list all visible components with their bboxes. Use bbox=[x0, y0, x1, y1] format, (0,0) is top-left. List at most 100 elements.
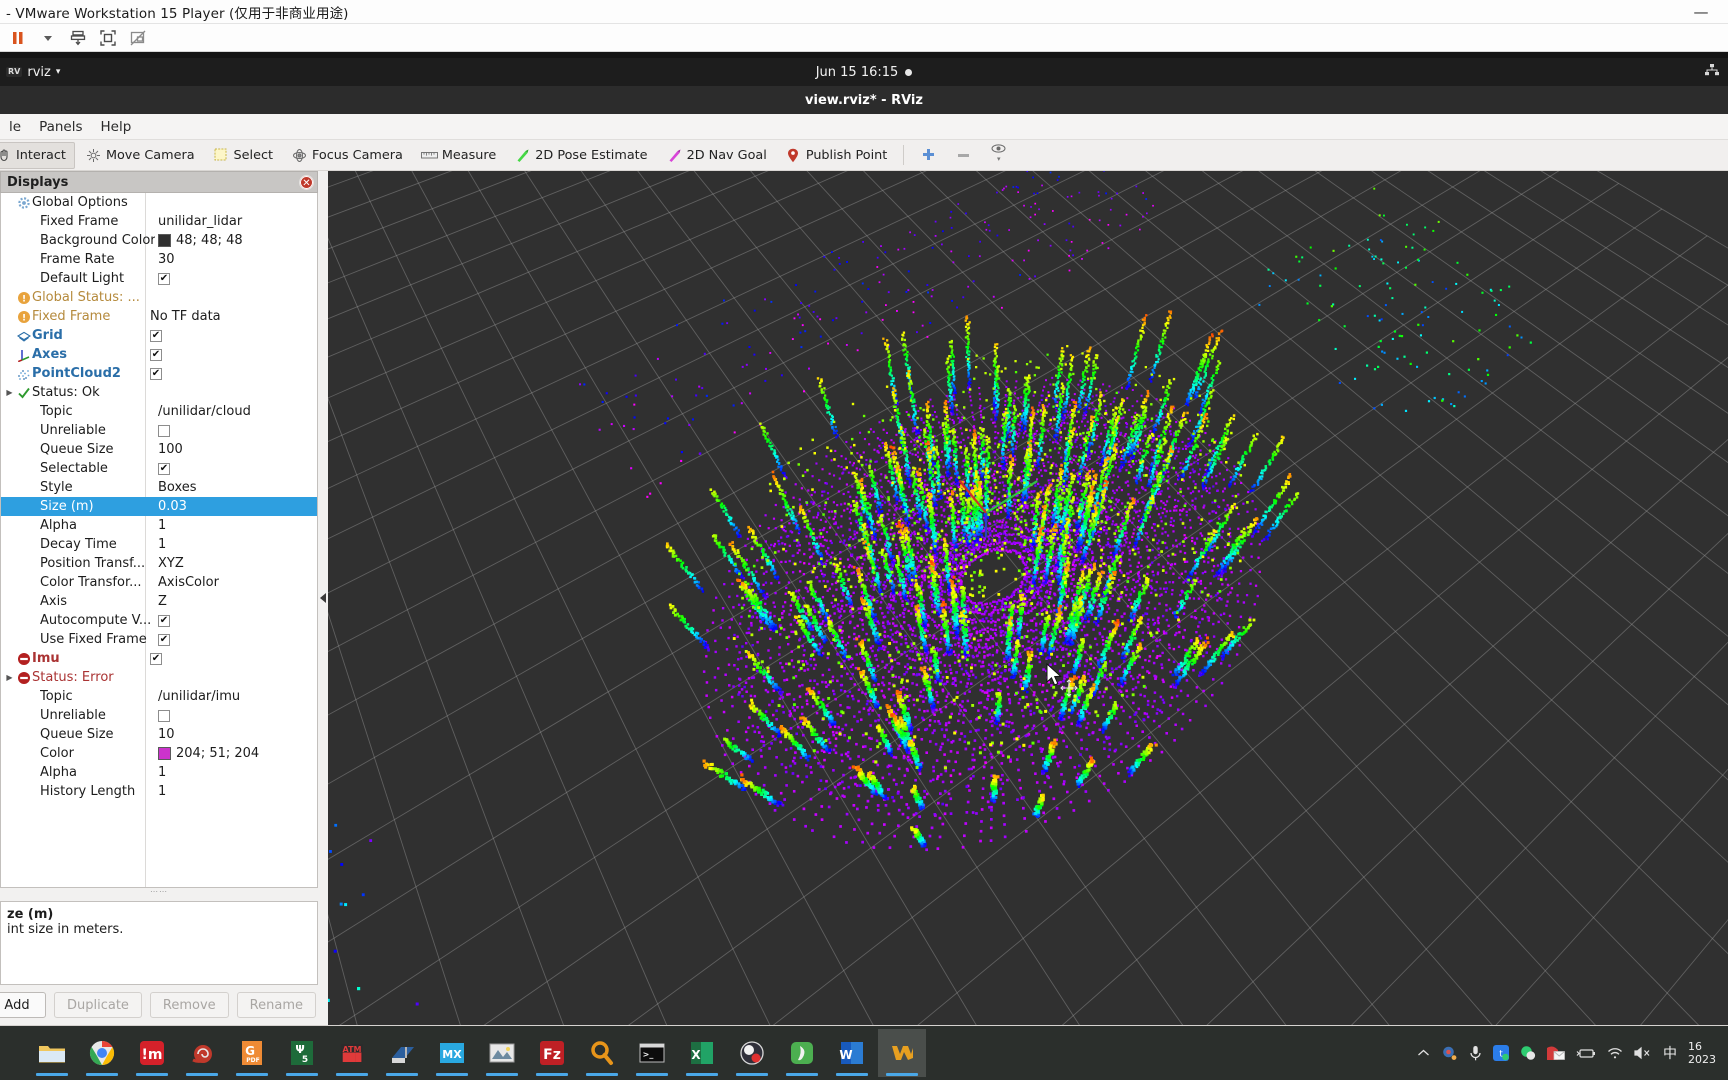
display-property-row[interactable]: PointCloud2 ✔ bbox=[1, 364, 317, 383]
remove-display-button[interactable]: Remove bbox=[149, 992, 229, 1018]
checkbox-unchecked[interactable] bbox=[158, 424, 170, 437]
ubuntu-tray[interactable] bbox=[1704, 63, 1728, 81]
send-key-icon[interactable] bbox=[64, 26, 92, 50]
panel-splitter-grip[interactable]: ⋯⋯ bbox=[0, 887, 318, 896]
checkbox-checked[interactable]: ✔ bbox=[150, 329, 162, 342]
display-property-row[interactable]: Background Color 48; 48; 48 bbox=[1, 231, 317, 250]
display-property-row[interactable]: Alpha 1 bbox=[1, 516, 317, 535]
property-value[interactable]: AxisColor bbox=[158, 575, 219, 590]
display-property-row[interactable]: Color 204; 51; 204 bbox=[1, 744, 317, 763]
property-value[interactable]: 1 bbox=[158, 518, 166, 533]
display-property-row[interactable]: ! Fixed Frame No TF data bbox=[1, 307, 317, 326]
taskbar-vmware[interactable] bbox=[878, 1029, 926, 1077]
property-value[interactable]: Boxes bbox=[158, 480, 197, 495]
taskbar-im-app[interactable]: !m bbox=[128, 1029, 176, 1077]
color-swatch[interactable] bbox=[158, 747, 171, 760]
taskbar-gpdf[interactable]: G PDF bbox=[228, 1029, 276, 1077]
tray-ime-icon[interactable]: 中 bbox=[1663, 1043, 1677, 1063]
display-property-row[interactable]: Position Transf... XYZ bbox=[1, 554, 317, 573]
property-value[interactable]: ✔ bbox=[150, 348, 162, 361]
tray-wifi-icon[interactable] bbox=[1607, 1047, 1623, 1060]
checkbox-checked[interactable]: ✔ bbox=[158, 614, 170, 627]
tray-search-assistant-icon[interactable] bbox=[1441, 1045, 1458, 1062]
tray-show-hidden-icons[interactable] bbox=[1417, 1048, 1430, 1058]
property-value[interactable]: 48; 48; 48 bbox=[158, 233, 243, 248]
tool-interact[interactable]: Interact bbox=[0, 141, 75, 169]
add-display-button[interactable]: Add bbox=[0, 992, 46, 1018]
taskbar-file-explorer[interactable] bbox=[28, 1029, 76, 1077]
expander-triangle-icon[interactable]: ▶ bbox=[3, 388, 16, 397]
property-value[interactable]: 0.03 bbox=[158, 499, 187, 514]
property-value[interactable] bbox=[158, 709, 170, 722]
ubuntu-clock[interactable]: Jun 15 16:15 bbox=[0, 65, 1728, 80]
display-property-row[interactable]: Frame Rate 30 bbox=[1, 250, 317, 269]
property-value[interactable]: ✔ bbox=[150, 367, 162, 380]
display-property-row[interactable]: Topic/unilidar/imu bbox=[1, 687, 317, 706]
property-value[interactable]: ✔ bbox=[158, 614, 170, 627]
add-tool-button[interactable] bbox=[912, 142, 945, 169]
checkbox-unchecked[interactable] bbox=[158, 709, 170, 722]
menu-panels[interactable]: Panels bbox=[30, 116, 91, 138]
property-value[interactable]: XYZ bbox=[158, 556, 184, 571]
display-property-row[interactable]: Selectable ✔ bbox=[1, 459, 317, 478]
taskbar-photo-app[interactable] bbox=[478, 1029, 526, 1077]
displays-tree[interactable]: Global Options Fixed Frame unilidar_lidar B… bbox=[0, 193, 318, 888]
display-property-row[interactable]: Style Boxes bbox=[1, 478, 317, 497]
property-value[interactable]: No TF data bbox=[150, 309, 221, 324]
display-property-row[interactable]: ▶ Status: Ok bbox=[1, 383, 317, 402]
tray-teams-icon[interactable]: t bbox=[1493, 1045, 1509, 1061]
duplicate-display-button[interactable]: Duplicate bbox=[54, 992, 142, 1018]
property-value[interactable]: 1 bbox=[158, 784, 166, 799]
unity-mode-icon[interactable] bbox=[124, 26, 152, 50]
property-value[interactable]: 10 bbox=[158, 727, 175, 742]
vmware-minimize-button[interactable]: — bbox=[1684, 1, 1718, 23]
property-value[interactable]: ✔ bbox=[158, 272, 170, 285]
tool-measure[interactable]: Measure bbox=[413, 142, 504, 169]
property-value[interactable]: /unilidar/imu bbox=[158, 689, 240, 704]
property-value[interactable]: 30 bbox=[158, 252, 175, 267]
taskbar-obs[interactable] bbox=[728, 1029, 776, 1077]
rename-display-button[interactable]: Rename bbox=[236, 992, 316, 1018]
property-value[interactable]: /unilidar/cloud bbox=[158, 404, 251, 419]
tray-volume-muted-icon[interactable] bbox=[1634, 1046, 1652, 1060]
remove-tool-button[interactable] bbox=[947, 142, 980, 169]
display-property-row[interactable]: Autocompute V... ✔ bbox=[1, 611, 317, 630]
taskbar-mx-app[interactable]: MX bbox=[428, 1029, 476, 1077]
color-swatch[interactable] bbox=[158, 234, 171, 247]
taskbar-printer-app[interactable] bbox=[378, 1029, 426, 1077]
taskbar-chrome[interactable] bbox=[78, 1029, 126, 1077]
tray-battery-icon[interactable] bbox=[1576, 1047, 1596, 1060]
ubuntu-active-app[interactable]: RV rviz ▾ bbox=[0, 65, 60, 80]
display-property-row[interactable]: Use Fixed Frame ✔ bbox=[1, 630, 317, 649]
display-property-row[interactable]: Global Options bbox=[1, 193, 317, 212]
property-value[interactable]: ✔ bbox=[158, 462, 170, 475]
property-value[interactable]: unilidar_lidar bbox=[158, 214, 242, 229]
tray-mail-icon[interactable] bbox=[1547, 1046, 1565, 1061]
tool-2d-pose-estimate[interactable]: 2D Pose Estimate bbox=[506, 142, 655, 169]
property-value[interactable]: ✔ bbox=[158, 633, 170, 646]
tray-microphone-icon[interactable] bbox=[1469, 1045, 1482, 1062]
display-property-row[interactable]: ▶ Status: Error bbox=[1, 668, 317, 687]
pause-button[interactable] bbox=[4, 26, 32, 50]
checkbox-checked[interactable]: ✔ bbox=[150, 348, 162, 361]
display-property-row[interactable]: Grid ✔ bbox=[1, 326, 317, 345]
checkbox-checked[interactable]: ✔ bbox=[158, 462, 170, 475]
display-property-row[interactable]: Size (m) 0.03 bbox=[1, 497, 317, 516]
collapse-left-arrow-icon[interactable] bbox=[320, 593, 326, 603]
fullscreen-icon[interactable] bbox=[94, 26, 122, 50]
property-value[interactable] bbox=[158, 424, 170, 437]
display-property-row[interactable]: ! Global Status: ... bbox=[1, 288, 317, 307]
display-property-row[interactable]: Axes ✔ bbox=[1, 345, 317, 364]
checkbox-checked[interactable]: ✔ bbox=[158, 272, 170, 285]
panel-collapse-splitter[interactable] bbox=[318, 171, 328, 1025]
taskbar-shell-app[interactable] bbox=[778, 1029, 826, 1077]
network-icon[interactable] bbox=[1704, 63, 1720, 81]
property-value[interactable]: 1 bbox=[158, 765, 166, 780]
taskbar-search-app[interactable] bbox=[578, 1029, 626, 1077]
property-value[interactable]: 1 bbox=[158, 537, 166, 552]
taskbar-filezilla[interactable]: Fz bbox=[528, 1029, 576, 1077]
display-property-row[interactable]: Color Transfor... AxisColor bbox=[1, 573, 317, 592]
display-property-row[interactable]: Queue Size 100 bbox=[1, 440, 317, 459]
checkbox-checked[interactable]: ✔ bbox=[150, 367, 162, 380]
property-value[interactable]: ✔ bbox=[150, 652, 162, 665]
